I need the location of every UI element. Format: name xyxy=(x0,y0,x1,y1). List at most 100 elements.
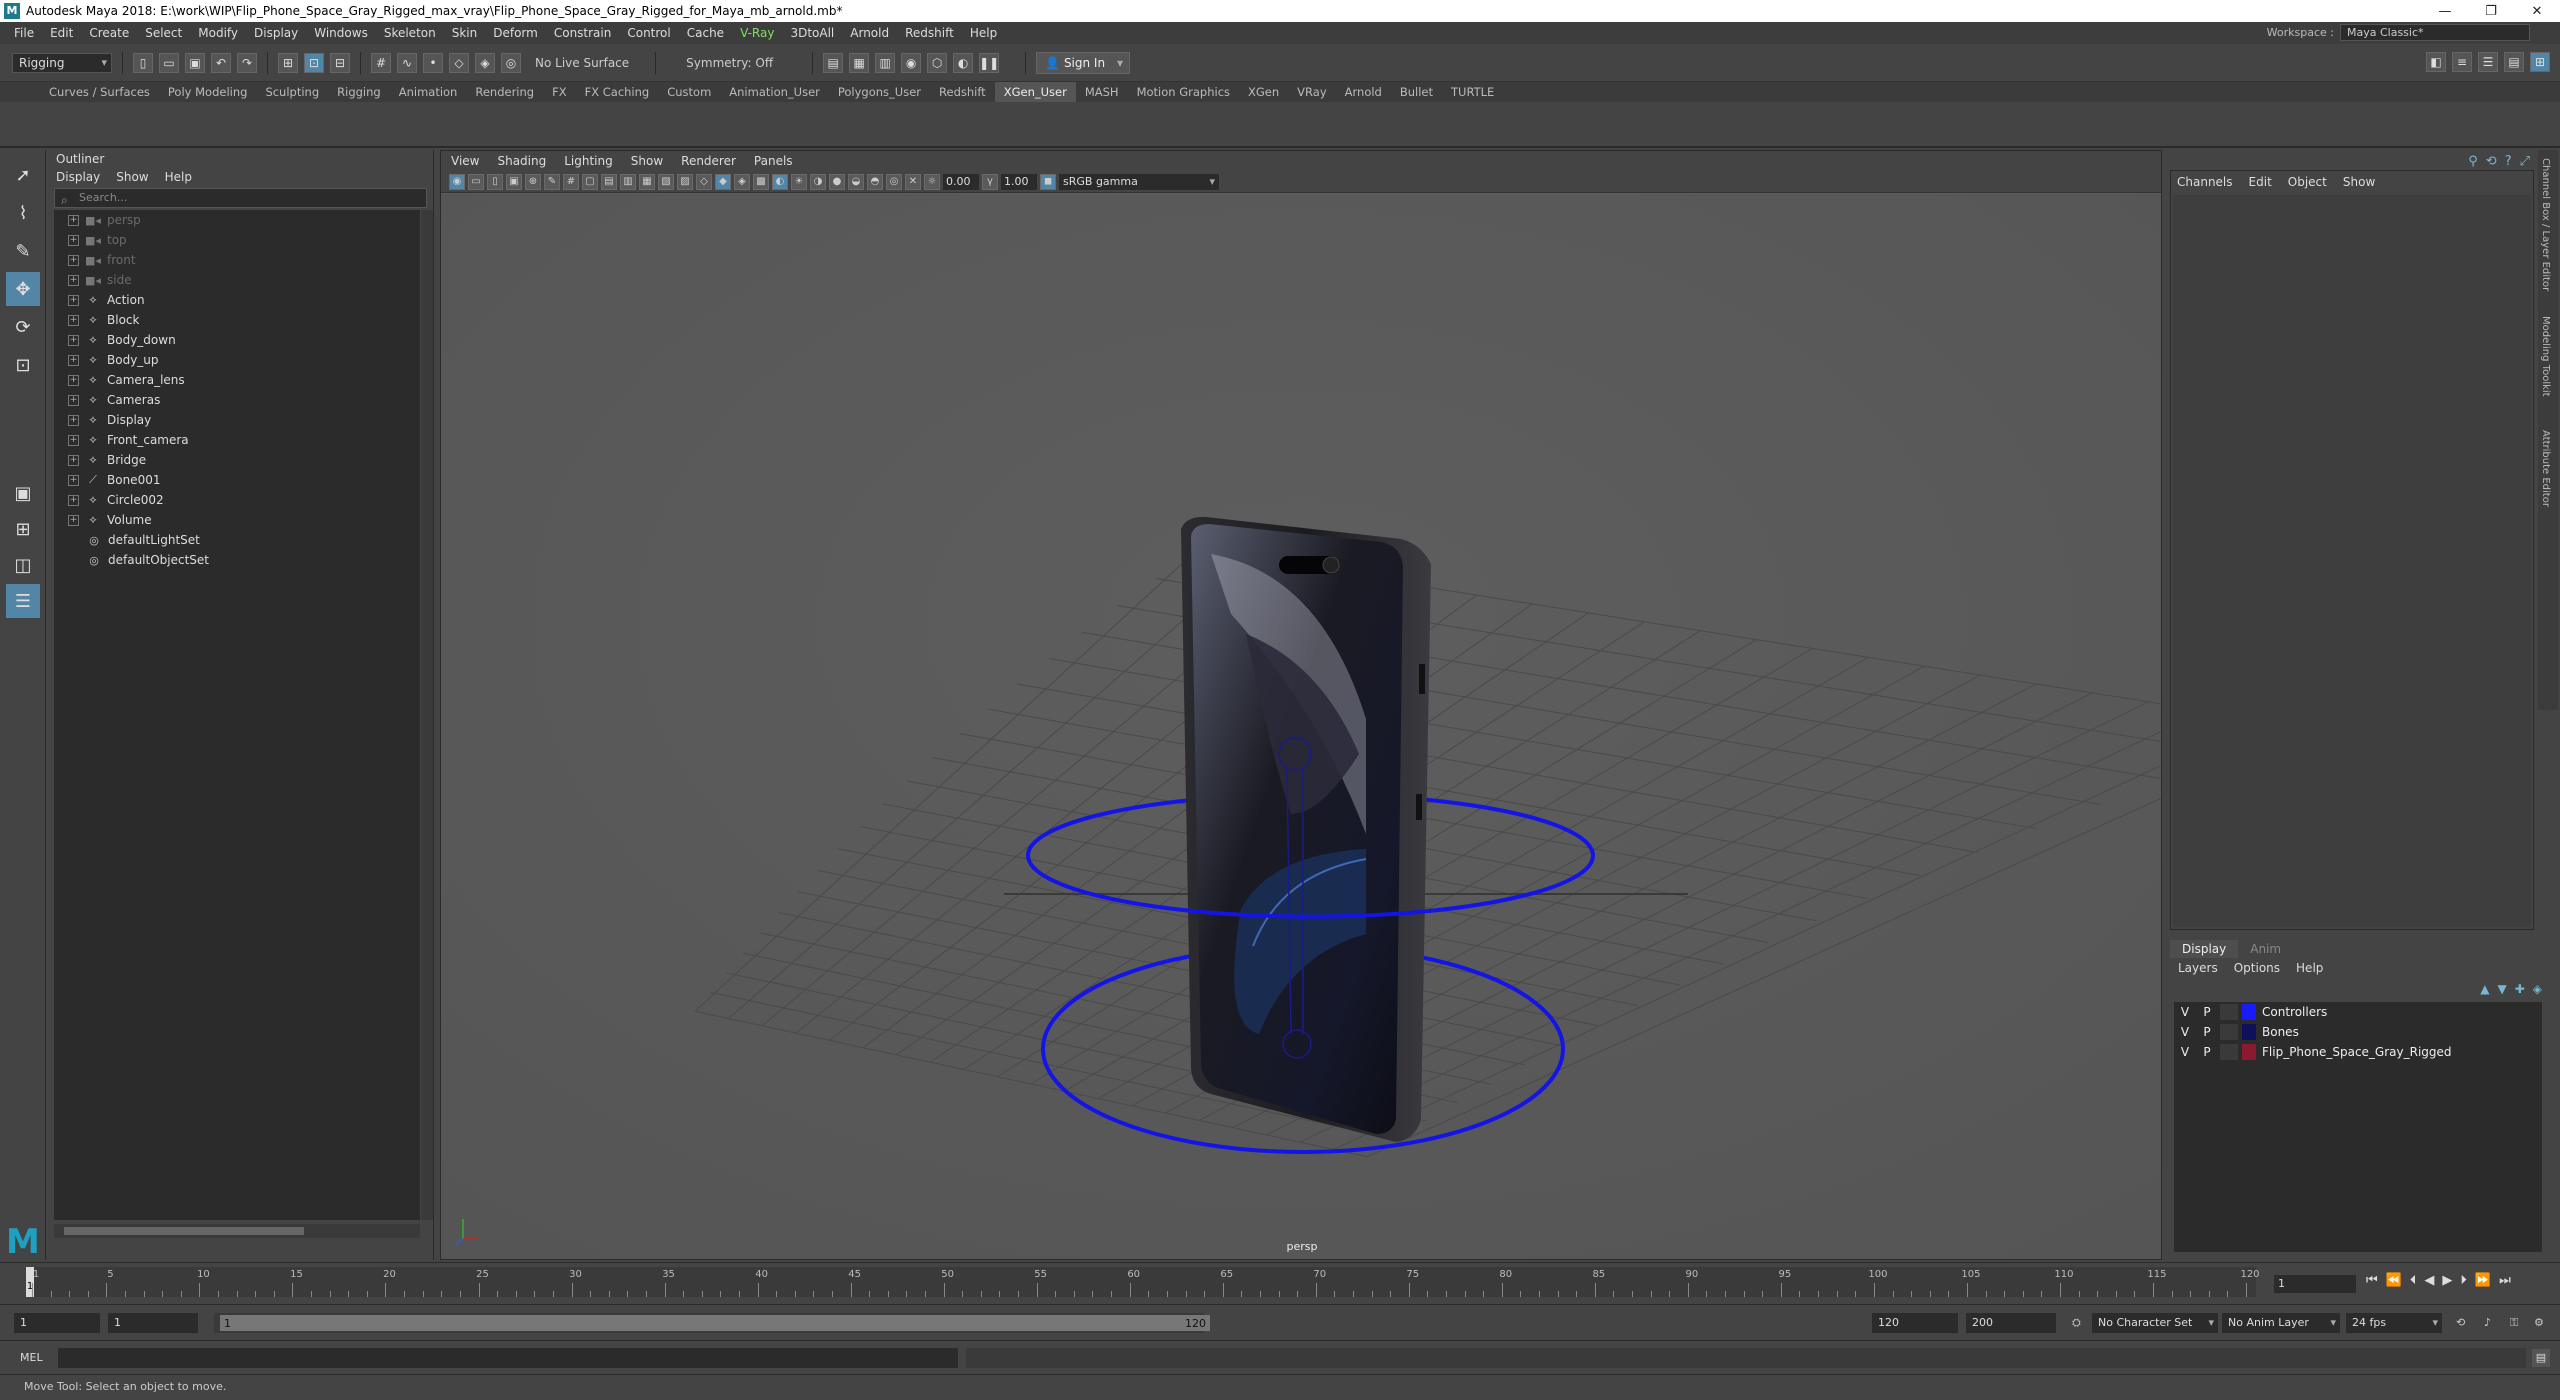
expand-icon[interactable]: + xyxy=(68,494,79,506)
layer-color-swatch[interactable] xyxy=(2242,1004,2256,1020)
shelf-tab-vray[interactable]: VRay xyxy=(1288,82,1335,102)
outliner-item-persp[interactable]: + ■◂ persp xyxy=(54,210,420,230)
smooth-shade-icon[interactable]: ◆ xyxy=(715,173,731,190)
current-frame-field[interactable]: 1 xyxy=(2274,1275,2356,1293)
select-component-icon[interactable]: ⊟ xyxy=(330,52,350,73)
character-set-dropdown[interactable]: No Character Set xyxy=(2092,1313,2218,1333)
gamma-field[interactable]: 1.00 xyxy=(1001,173,1037,190)
channel-box-menu-edit[interactable]: Edit xyxy=(2249,175,2272,189)
time-ruler[interactable]: 1 1 5 10 15 20 25 30 35 40 45 50 55 60 65 70 75 80 85 90 95… xyxy=(26,1267,2260,1297)
exposure-icon[interactable]: ☼ xyxy=(924,173,940,190)
expand-icon[interactable]: + xyxy=(68,294,79,306)
safe-title-icon[interactable]: ▨ xyxy=(677,173,693,190)
screen-space-ao-icon[interactable]: ● xyxy=(829,173,845,190)
menu-display[interactable]: Display xyxy=(246,26,306,40)
image-plane-icon[interactable]: ▣ xyxy=(506,173,522,190)
xray-icon[interactable]: ◐ xyxy=(772,173,788,190)
render-frame-icon[interactable]: ▦ xyxy=(849,52,870,73)
undo-icon[interactable]: ↶ xyxy=(211,52,231,73)
move-layer-up-icon[interactable]: ▲ xyxy=(2480,982,2489,996)
outliner-search-input[interactable]: ⌕ Search... xyxy=(54,188,427,208)
command-language-toggle[interactable]: MEL xyxy=(20,1351,43,1364)
attribute-editor-icon[interactable]: ≡ xyxy=(2452,52,2472,72)
viewport-menu-panels[interactable]: Panels xyxy=(754,154,793,168)
loop-icon[interactable]: ⟲ xyxy=(2456,1316,2465,1329)
expand-icon[interactable]: + xyxy=(68,474,79,486)
save-scene-icon[interactable]: ▣ xyxy=(185,52,205,73)
restore-button[interactable]: ❐ xyxy=(2468,4,2514,19)
viewport-menu-lighting[interactable]: Lighting xyxy=(564,154,613,168)
xray-joints-icon[interactable]: ✕ xyxy=(905,173,921,190)
layer-display-type[interactable] xyxy=(2220,1044,2238,1060)
isolate-select-icon[interactable]: ◎ xyxy=(886,173,902,190)
layer-row[interactable]: V P Flip_Phone_Space_Gray_Rigged xyxy=(2174,1042,2542,1062)
gamma-icon[interactable]: γ xyxy=(982,173,998,190)
menu-windows[interactable]: Windows xyxy=(306,26,376,40)
outliner-menu-show[interactable]: Show xyxy=(116,168,148,186)
playback-end-field[interactable]: 120 xyxy=(1872,1313,1958,1333)
outliner-item-top[interactable]: + ■◂ top xyxy=(54,230,420,250)
expand-icon[interactable]: + xyxy=(68,354,79,366)
expand-icon[interactable]: + xyxy=(68,234,79,246)
snap-grid-icon[interactable]: # xyxy=(371,52,391,73)
character-set-icon[interactable]: ⛭ xyxy=(2072,1316,2081,1330)
viewport-menu-renderer[interactable]: Renderer xyxy=(681,154,736,168)
channel-box-menu-object[interactable]: Object xyxy=(2288,175,2327,189)
wireframe-icon[interactable]: ◇ xyxy=(696,173,712,190)
ipr-render-icon[interactable]: ▥ xyxy=(875,52,896,73)
layer-menu-layers[interactable]: Layers xyxy=(2178,961,2218,975)
snap-plane-icon[interactable]: ◇ xyxy=(449,52,469,73)
shelf-tab-mash[interactable]: MASH xyxy=(1076,82,1128,102)
channel-box-icon[interactable]: ▤ xyxy=(2504,52,2524,72)
outliner-item-cameras[interactable]: + ⟡ Cameras xyxy=(54,390,420,410)
outliner-item-volume[interactable]: + ⟡ Volume xyxy=(54,510,420,530)
shelf-tab-polygons-user[interactable]: Polygons_User xyxy=(829,82,930,102)
layer-display-type[interactable] xyxy=(2220,1004,2238,1020)
render-settings-icon[interactable]: ◉ xyxy=(901,52,922,73)
snap-surface-icon[interactable]: ◈ xyxy=(475,52,495,73)
move-layer-down-icon[interactable]: ▼ xyxy=(2497,982,2506,996)
viewport-menu-view[interactable]: View xyxy=(451,154,479,168)
viewport-canvas[interactable]: persp xyxy=(441,194,2161,1259)
layer-row[interactable]: V P Controllers xyxy=(2174,1002,2542,1022)
layer-color-swatch[interactable] xyxy=(2242,1024,2256,1040)
layer-visibility-toggle[interactable]: V xyxy=(2174,1005,2196,1019)
rotate-tool-icon[interactable]: ⟳ xyxy=(6,310,40,344)
outliner-item-front[interactable]: + ■◂ front xyxy=(54,250,420,270)
outliner-set-defaultlightset[interactable]: ◎ defaultLightSet xyxy=(54,530,420,550)
layer-menu-options[interactable]: Options xyxy=(2234,961,2280,975)
range-thumb[interactable]: 1 120 xyxy=(220,1315,1210,1331)
pin-icon[interactable]: ⚲ xyxy=(2468,154,2478,169)
outliner-menu-display[interactable]: Display xyxy=(56,168,100,186)
animation-start-field[interactable]: 1 xyxy=(14,1313,100,1333)
new-layer-from-selection-icon[interactable]: ◈ xyxy=(2533,982,2542,996)
shelf-tab-animation-user[interactable]: Animation_User xyxy=(720,82,829,102)
viewport-menu-shading[interactable]: Shading xyxy=(497,154,546,168)
hypershade-icon[interactable]: ⬡ xyxy=(927,52,948,73)
shelf-tab-xgen[interactable]: XGen xyxy=(1239,82,1288,102)
menu-constrain[interactable]: Constrain xyxy=(546,26,620,40)
outliner-item-block[interactable]: + ⟡ Block xyxy=(54,310,420,330)
sign-in-button[interactable]: 👤 Sign In xyxy=(1036,51,1131,74)
menu-control[interactable]: Control xyxy=(619,26,678,40)
select-object-icon[interactable]: ⊡ xyxy=(304,52,324,73)
go-to-end-icon[interactable]: ⏭ xyxy=(2499,1273,2511,1288)
lasso-tool-icon[interactable]: ⌇ xyxy=(6,196,40,230)
resolution-gate-icon[interactable]: ▤ xyxy=(601,173,617,190)
menu-redshift[interactable]: Redshift xyxy=(897,26,962,40)
outliner-item-camera-lens[interactable]: + ⟡ Camera_lens xyxy=(54,370,420,390)
channel-box-menu-show[interactable]: Show xyxy=(2343,175,2375,189)
menu-skeleton[interactable]: Skeleton xyxy=(376,26,444,40)
animation-end-field[interactable]: 200 xyxy=(1966,1313,2056,1333)
menu-cache[interactable]: Cache xyxy=(679,26,732,40)
select-camera-icon[interactable]: ◉ xyxy=(449,173,465,190)
phone-model[interactable] xyxy=(1181,516,1431,1142)
scale-tool-icon[interactable]: ⊡ xyxy=(6,348,40,382)
two-panes-layout-icon[interactable]: ◫ xyxy=(6,548,40,582)
outliner-vertical-scrollbar[interactable] xyxy=(421,210,433,1220)
shadows-icon[interactable]: ◑ xyxy=(810,173,826,190)
shelf-tab-rigging[interactable]: Rigging xyxy=(328,82,390,102)
range-bar[interactable]: 1 120 xyxy=(214,1313,1210,1333)
layer-menu-help[interactable]: Help xyxy=(2296,961,2323,975)
expand-icon[interactable]: + xyxy=(68,374,79,386)
